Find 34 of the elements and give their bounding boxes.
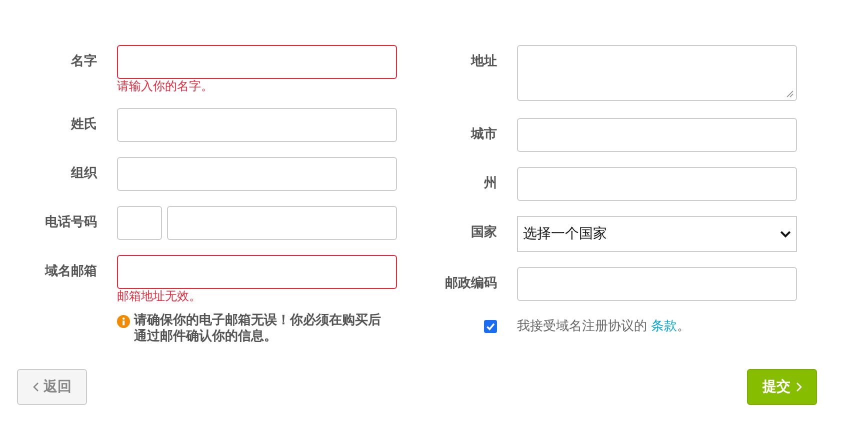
error-message: 邮箱地址无效。 [117,290,202,303]
terms-checkbox[interactable] [484,320,497,332]
error-message: 请输入你的名字。 [117,80,214,93]
field-label: 电话号码 [44,214,97,232]
chevron-right-icon [796,382,802,392]
phone-number-field[interactable] [167,206,397,240]
chevron-left-icon [32,382,38,392]
field-label: 国家 [470,224,497,242]
chevron-down-icon [780,230,791,238]
terms-text: 我接受域名注册协议的 条款。 [517,318,690,335]
terms-link[interactable]: 条款 [651,319,678,334]
text-field[interactable] [517,267,797,301]
field-label: 组织 [70,165,97,183]
text-field[interactable] [517,167,797,201]
submit-button[interactable]: 提交 [747,369,817,405]
address-textarea[interactable] [517,45,797,101]
field-label: 地址 [470,53,497,71]
field-label: 邮政编码 [444,274,497,293]
country-select[interactable]: 选择一个国家 [517,216,797,252]
back-button[interactable]: 返回 [17,369,87,405]
field-label: 姓氏 [70,116,97,134]
text-field[interactable] [117,45,397,79]
text-field[interactable] [117,255,397,289]
text-field[interactable] [117,157,397,191]
email-notice: 请确保你的电子邮箱无误！你必须在购买后通过邮件确认你的信息。 [134,313,382,345]
field-label: 名字 [70,52,97,71]
text-field[interactable] [517,118,797,152]
field-label: 域名邮箱 [44,263,97,281]
field-label: 城市 [470,126,497,144]
field-label: 州 [482,175,497,193]
resize-handle-icon[interactable] [786,90,794,98]
info-icon [117,315,130,328]
country-code-field[interactable] [117,206,162,240]
text-field[interactable] [117,108,397,142]
